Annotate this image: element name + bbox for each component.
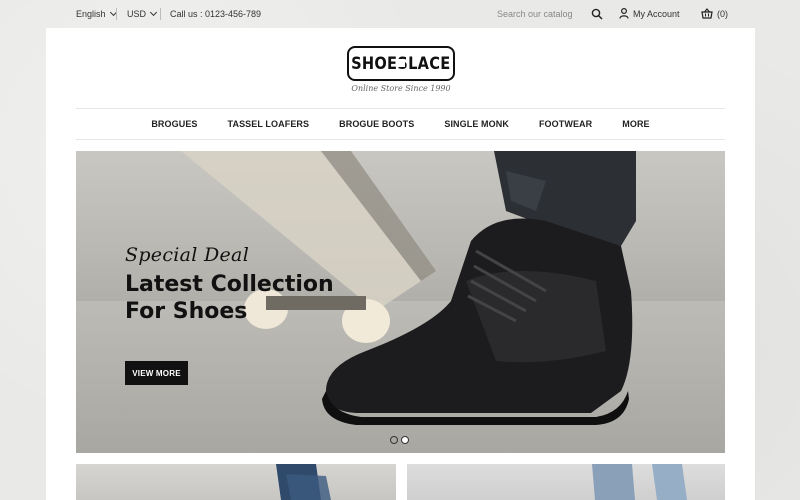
top-bar: English USD Call us : 0123-456-789 Searc… [0,0,800,28]
nav-divider-bottom [76,139,725,140]
divider [116,8,117,20]
hero-title-line-2: For Shoes [125,299,248,324]
promo-image-right [592,464,687,500]
hero-title: Latest Collection For Shoes [125,271,345,325]
slide-dot-2[interactable] [401,436,409,444]
currency-label: USD [127,9,147,19]
user-icon [619,8,629,19]
cart-count: (0) [717,8,728,19]
language-selector[interactable]: English [76,8,117,19]
account-label: My Account [633,8,680,19]
hero-title-line-1: Latest Collection [125,272,334,297]
divider [160,8,161,20]
call-us-text: Call us : 0123-456-789 [170,9,261,19]
cart-button[interactable]: (0) [701,8,728,19]
promo-banner-right[interactable] [407,464,725,500]
search-input[interactable]: Search our catalog [497,9,573,19]
basket-icon [701,8,713,19]
site-logo[interactable]: SHOESLACE [347,46,455,81]
call-us-label: Call us : 0123-456-789 [170,9,262,19]
language-label: English [76,9,106,19]
currency-selector[interactable]: USD [127,8,158,19]
promo-banner-left[interactable] [76,464,396,500]
my-account-link[interactable]: My Account [619,8,680,19]
nav-item-brogues[interactable]: BROGUES [136,119,212,129]
chevron-down-icon [149,8,158,17]
nav-item-single-monk[interactable]: SINGLE MONK [429,119,524,129]
view-more-button[interactable]: VIEW MORE [125,361,188,385]
logo-text: SHOESLACE [351,53,451,74]
slide-dot-1[interactable] [390,436,398,444]
main-nav: BROGUES TASSEL LOAFERS BROGUE BOOTS SING… [76,109,725,139]
nav-item-tassel-loafers[interactable]: TASSEL LOAFERS [213,119,325,129]
nav-item-footwear[interactable]: FOOTWEAR [524,119,607,129]
slider-pagination [390,436,409,444]
tagline: Online Store Since 1990 [351,84,451,93]
promo-image-left [276,464,331,500]
nav-item-brogue-boots[interactable]: BROGUE BOOTS [324,119,429,129]
search-icon[interactable] [591,8,603,20]
nav-item-more[interactable]: MORE [607,119,664,129]
hero-script-title: Special Deal [125,244,250,266]
